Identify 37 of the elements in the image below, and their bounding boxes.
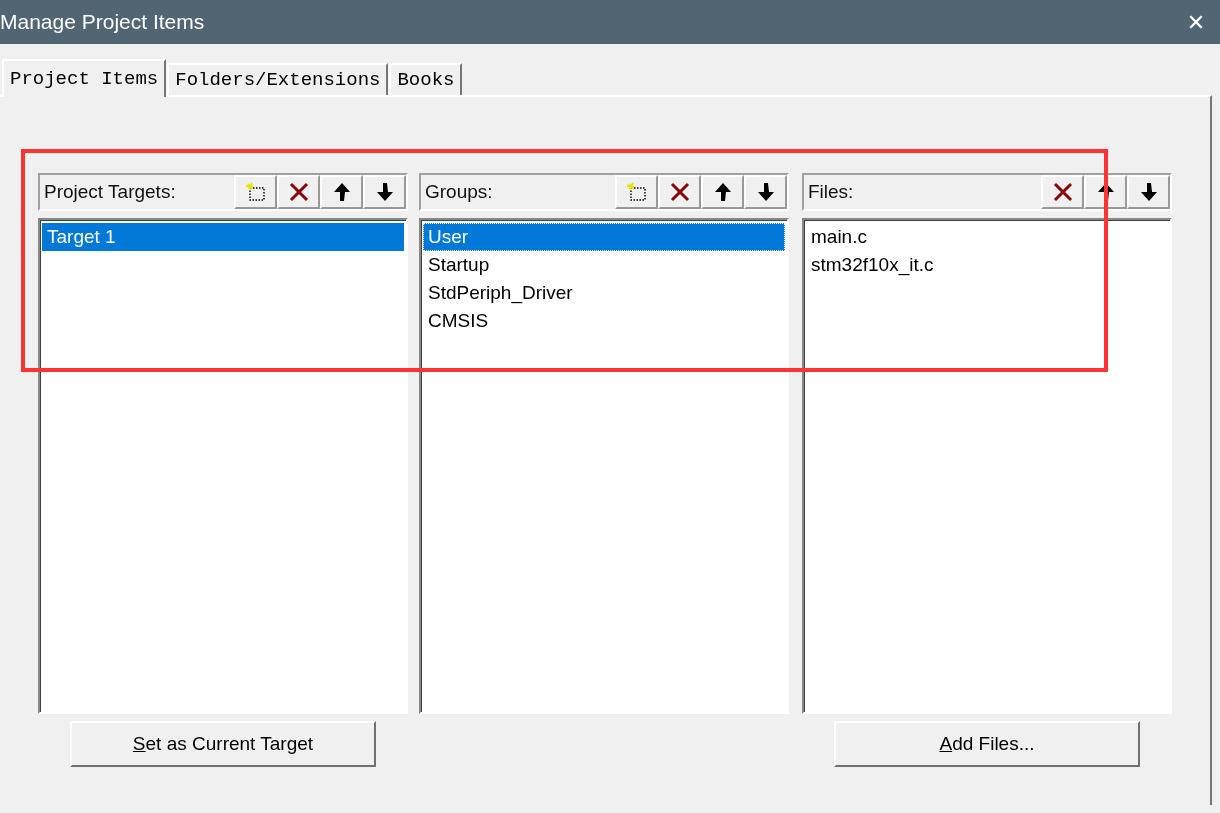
new-item-icon bbox=[624, 181, 649, 203]
down-arrow-icon bbox=[374, 181, 395, 203]
move-up-button[interactable] bbox=[701, 175, 744, 209]
tab[interactable]: Folders/Extensions bbox=[167, 63, 389, 95]
up-arrow-icon bbox=[331, 181, 352, 203]
new-item-button[interactable] bbox=[234, 175, 277, 209]
list-item[interactable]: stm32f10x_it.c bbox=[806, 251, 1168, 279]
list-item[interactable]: CMSIS bbox=[423, 307, 785, 335]
move-down-button[interactable] bbox=[1127, 175, 1170, 209]
delete-button[interactable] bbox=[277, 175, 320, 209]
window-title: Manage Project Items bbox=[0, 10, 205, 34]
list-item[interactable]: Startup bbox=[423, 251, 785, 279]
list-box[interactable]: Target 1 bbox=[38, 218, 408, 714]
new-item-icon bbox=[243, 181, 268, 203]
up-arrow-icon bbox=[712, 181, 733, 203]
action-button[interactable]: Set as Current Target bbox=[70, 721, 376, 767]
move-up-button[interactable] bbox=[320, 175, 363, 209]
tab[interactable]: Books bbox=[389, 63, 463, 95]
move-down-button[interactable] bbox=[744, 175, 787, 209]
new-item-button[interactable] bbox=[615, 175, 658, 209]
list-item[interactable]: Target 1 bbox=[42, 223, 404, 251]
list-item[interactable]: User bbox=[423, 223, 785, 251]
list-box[interactable]: main.c stm32f10x_it.c bbox=[802, 218, 1172, 714]
list-item[interactable]: StdPeriph_Driver bbox=[423, 279, 785, 307]
column-label: Groups: bbox=[424, 181, 493, 203]
column-label: Files: bbox=[807, 181, 854, 203]
list-box[interactable]: User Startup StdPeriph_Driver CMSIS bbox=[419, 218, 789, 714]
close-button[interactable]: ✕ bbox=[1174, 2, 1218, 42]
down-arrow-icon bbox=[755, 181, 776, 203]
tab[interactable]: Project Items bbox=[2, 59, 167, 97]
down-arrow-icon bbox=[1138, 181, 1159, 203]
action-button[interactable]: Add Files... bbox=[834, 721, 1140, 767]
move-down-button[interactable] bbox=[363, 175, 406, 209]
list-item[interactable]: main.c bbox=[806, 223, 1168, 251]
delete-button[interactable] bbox=[1041, 175, 1084, 209]
column-label: Project Targets: bbox=[43, 181, 176, 203]
delete-button[interactable] bbox=[658, 175, 701, 209]
